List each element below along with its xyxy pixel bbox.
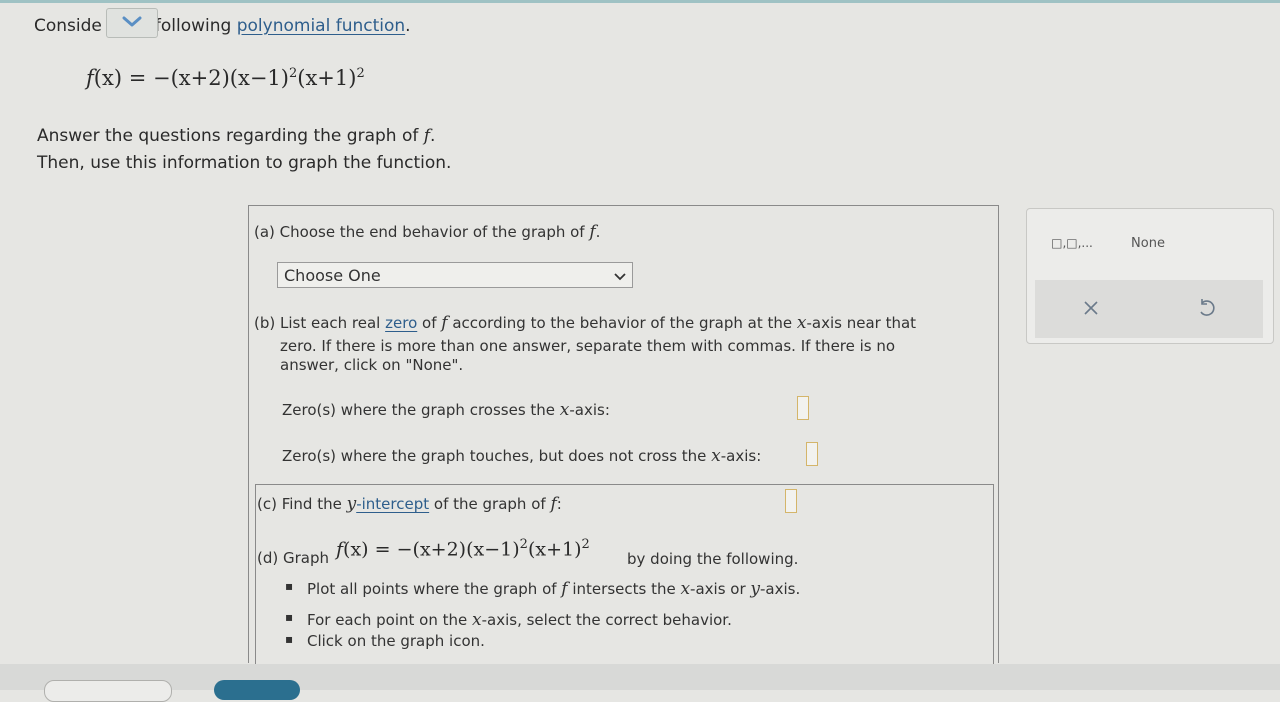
polynomial-function-link[interactable]: polynomial function [237, 16, 405, 36]
intro-period: . [405, 16, 411, 36]
collapse-button[interactable] [106, 8, 158, 38]
tool-action-row [1035, 280, 1263, 338]
instruction-line-2: Then, use this information to graph the … [37, 153, 452, 173]
intro-line: Conside following polynomial function. [34, 16, 411, 36]
bullet-plot-points: Plot all points where the graph of f int… [285, 579, 800, 599]
multiple-answers-button[interactable]: □,□,... [1044, 232, 1100, 254]
part-d-label: (d) Graph [257, 549, 330, 567]
zero-link[interactable]: zero [385, 314, 417, 332]
touches-answer-input[interactable] [806, 442, 818, 466]
multi-answer-icon: □,□,... [1051, 236, 1093, 250]
instruction-line-1: Answer the questions regarding the graph… [37, 126, 436, 146]
bullet-select-behavior: For each point on the x-axis, select the… [285, 610, 732, 630]
chevron-down-icon [121, 14, 143, 33]
undo-icon [1196, 298, 1216, 322]
part-b-line-3: answer, click on "None". [280, 356, 464, 374]
top-accent-bar [0, 0, 1280, 3]
function-formula: f(x) = −(x+2)(x−1)2(x+1)2 [86, 66, 365, 90]
bullet-graph-icon: Click on the graph icon. [285, 632, 485, 650]
part-b-label: (b) List each real zero of f according t… [254, 313, 917, 333]
check-button[interactable] [214, 680, 300, 700]
bottom-bar [0, 664, 1280, 690]
undo-button[interactable] [1188, 296, 1224, 324]
dropdown-value: Choose One [284, 265, 381, 285]
part-a-label: (a) Choose the end behavior of the graph… [254, 222, 601, 242]
close-icon [1083, 300, 1099, 320]
intro-prefix: Conside [34, 16, 102, 36]
touches-label: Zero(s) where the graph touches, but doe… [282, 446, 762, 466]
part-b-line-2: zero. If there is more than one answer, … [280, 337, 896, 355]
intro-suffix: following [154, 16, 232, 36]
crosses-answer-input[interactable] [797, 396, 809, 420]
instructions: Answer the questions regarding the graph… [37, 123, 451, 177]
part-d-suffix: by doing the following. [627, 550, 799, 568]
none-button[interactable]: None [1120, 232, 1176, 254]
none-label: None [1131, 235, 1165, 251]
chevron-down-icon [614, 266, 626, 285]
end-behavior-dropdown[interactable]: Choose One [277, 262, 633, 288]
explanation-button[interactable] [44, 680, 172, 702]
part-d-formula: f(x) = −(x+2)(x−1)2(x+1)2 [336, 537, 590, 561]
clear-button[interactable] [1072, 296, 1110, 324]
crosses-label: Zero(s) where the graph crosses the x-ax… [282, 400, 610, 420]
